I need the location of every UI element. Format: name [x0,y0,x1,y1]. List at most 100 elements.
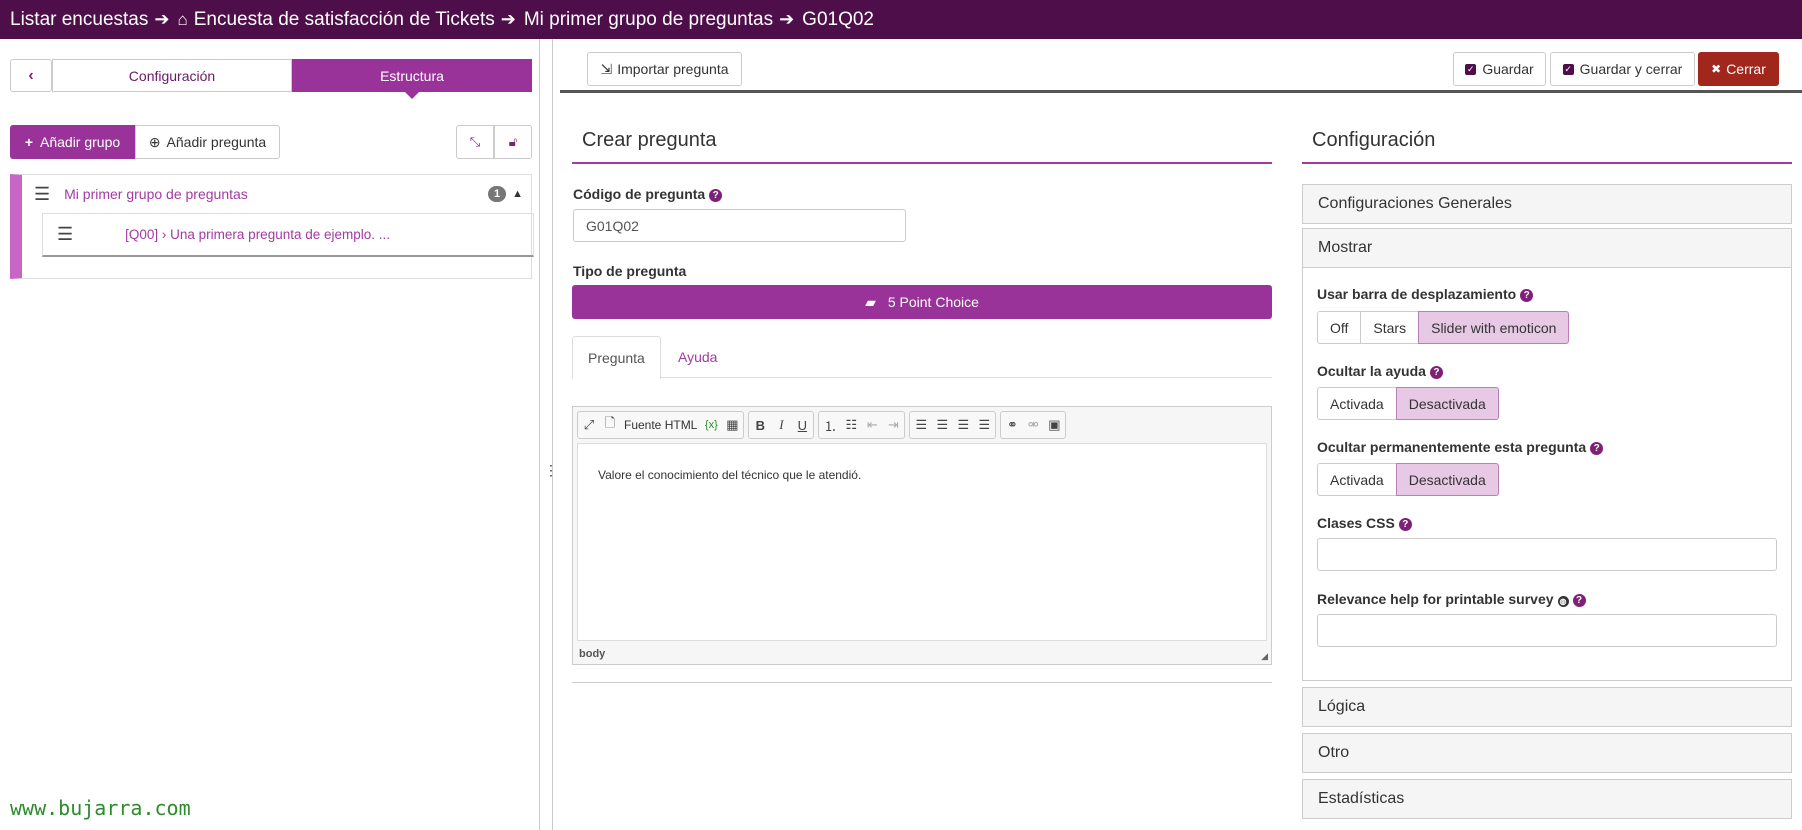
bullet-list-icon[interactable]: ☷ [844,417,858,433]
close-button[interactable]: ✖ Cerrar [1698,52,1779,86]
help-icon[interactable]: ? [1429,366,1443,379]
editor-content[interactable]: Valore el conocimiento del técnico que l… [577,443,1267,641]
link-icon[interactable]: ⚭ [1005,417,1019,433]
add-question-button[interactable]: ⊕ Añadir pregunta [135,125,280,159]
hide-always-toggle: Activada Desactivada [1317,463,1499,496]
hide-help-label-text: Ocultar la ayuda [1317,363,1426,379]
option-slider-emoticon[interactable]: Slider with emoticon [1418,311,1570,344]
align-center-icon[interactable]: ☰ [935,417,949,433]
align-right-icon[interactable]: ☰ [956,417,970,433]
accordion-general-settings[interactable]: Configuraciones Generales [1302,184,1792,224]
editor-toolbar-group: ⒈ ☷ ⇤ ⇥ [818,411,906,439]
editor-toolbar: ⤢ 🗋︎ Fuente HTML {x} ▦ B I U ⒈ ☷ ⇤ ⇥ ☰ ☰… [577,411,1067,439]
ordered-list-icon[interactable]: ⒈ [823,416,837,435]
add-group-button[interactable]: + Añadir grupo [10,125,135,159]
group-name[interactable]: Mi primer grupo de preguntas [64,186,488,202]
breadcrumb-survey-list[interactable]: Listar encuestas [10,9,148,31]
table-icon[interactable]: ▦ [725,417,739,433]
help-icon[interactable]: ? [1590,442,1604,455]
save-button[interactable]: ✓ Guardar [1453,52,1546,86]
group-header[interactable]: ☰ Mi primer grupo de preguntas 1 ▲ [34,183,523,205]
save-label: Guardar [1482,61,1534,77]
slider-setting-label-text: Usar barra de desplazamiento [1317,286,1517,302]
indent-icon[interactable]: ⇥ [886,417,900,433]
question-type-button[interactable]: ▰ 5 Point Choice [572,285,1272,319]
checkbox-icon: ✓ [1562,63,1574,75]
option-desactivada[interactable]: Desactivada [1395,463,1499,496]
watermark: www.bujarra.com [10,796,191,820]
relevance-help-input[interactable] [1317,614,1777,647]
tab-estructura[interactable]: Estructura [292,59,532,99]
accordion-logic[interactable]: Lógica [1302,687,1792,727]
option-activada[interactable]: Activada [1317,387,1397,420]
drag-handle-icon[interactable]: ☰ [34,184,50,205]
question-code-label-text: Código de pregunta [573,186,706,202]
question-item-label[interactable]: [Q00] › Una primera pregunta de ejemplo.… [125,227,390,242]
accordion-statistics[interactable]: Estadísticas [1302,779,1792,819]
relevance-help-label: Relevance help for printable survey ◍? [1317,591,1586,607]
image-icon[interactable]: ▣ [1047,417,1061,433]
help-icon[interactable]: ? [1572,594,1586,607]
structure-sidebar: ‹ Configuración Estructura + Añadir grup… [0,39,540,830]
question-code-input[interactable]: G01Q02 [573,209,906,242]
bold-icon[interactable]: B [753,418,767,433]
panel-splitter[interactable]: ⋮ [539,39,558,830]
save-close-button[interactable]: ✓ Guardar y cerrar [1550,52,1695,86]
option-stars[interactable]: Stars [1360,311,1420,344]
breadcrumb-survey[interactable]: Encuesta de satisfacción de Tickets [194,9,495,31]
question-list-item[interactable]: ☰ [Q00] › Una primera pregunta de ejempl… [42,213,534,257]
editor-element-path: body [579,648,606,660]
create-question-title: Crear pregunta [572,129,1272,164]
unlock-icon: 🔓︎ [508,134,518,149]
align-justify-icon[interactable]: ☰ [977,417,991,433]
resize-handle-icon[interactable]: ◢ [1261,651,1268,662]
compress-icon: ⤡ [469,134,481,149]
accordion-other[interactable]: Otro [1302,733,1792,773]
option-off[interactable]: Off [1317,311,1362,344]
css-classes-label: Clases CSS? [1317,515,1412,531]
outdent-icon[interactable]: ⇤ [865,417,879,433]
italic-icon[interactable]: I [774,417,788,433]
rich-text-editor: ⤢ 🗋︎ Fuente HTML {x} ▦ B I U ⒈ ☷ ⇤ ⇥ ☰ ☰… [572,406,1272,665]
caret-up-icon[interactable]: ▲ [512,188,523,200]
breadcrumb-group[interactable]: Mi primer grupo de preguntas [524,9,773,31]
import-question-button[interactable]: ⇲ Importar pregunta [587,52,742,86]
help-icon[interactable]: ? [1520,289,1534,302]
import-question-label: Importar pregunta [617,61,729,77]
unlink-icon[interactable]: ⚮ [1026,417,1040,433]
html-source-button[interactable]: Fuente HTML [624,418,697,432]
collapse-sidebar-button[interactable]: ‹ [10,59,52,92]
help-icon[interactable]: ? [709,189,723,202]
close-label: Cerrar [1726,61,1766,77]
drag-handle-icon[interactable]: ☰ [57,224,73,245]
question-count-badge: 1 [487,186,507,202]
config-title: Configuración [1302,129,1792,164]
sidebar-tabs: Configuración Estructura [52,59,532,99]
expression-icon[interactable]: {x} [704,419,718,431]
align-left-icon[interactable]: ☰ [914,417,928,433]
underline-icon[interactable]: U [795,418,809,433]
tab-ayuda[interactable]: Ayuda [663,336,732,378]
tab-configuracion[interactable]: Configuración [52,59,292,92]
close-icon: ✖ [1711,62,1722,76]
question-toolbar: ⇲ Importar pregunta ✓ Guardar ✓ Guardar … [560,39,1802,93]
accordion-display[interactable]: Mostrar [1302,228,1792,268]
editor-toolbar-group: B I U [748,411,815,439]
question-group: ☰ Mi primer grupo de preguntas 1 ▲ ☰ [Q0… [10,174,534,279]
option-activada[interactable]: Activada [1317,463,1397,496]
option-desactivada[interactable]: Desactivada [1395,387,1499,420]
source-icon[interactable]: 🗋︎ [603,414,617,436]
home-icon: ⌂ [177,9,188,29]
plus-icon: + [24,134,33,150]
css-classes-input[interactable] [1317,538,1777,571]
breadcrumb: Listar encuestas ➔ ⌂ Encuesta de satisfa… [0,0,1802,39]
maximize-icon[interactable]: ⤢ [582,417,596,433]
relevance-help-label-text: Relevance help for printable survey [1317,591,1554,607]
hide-help-toggle: Activada Desactivada [1317,387,1499,420]
add-group-label: Añadir grupo [40,134,121,150]
help-icon[interactable]: ? [1398,518,1412,531]
unlock-button[interactable]: 🔓︎ [494,125,532,159]
question-type-value: 5 Point Choice [887,294,979,310]
collapse-all-button[interactable]: ⤡ [456,125,494,159]
tab-pregunta[interactable]: Pregunta [572,336,661,379]
